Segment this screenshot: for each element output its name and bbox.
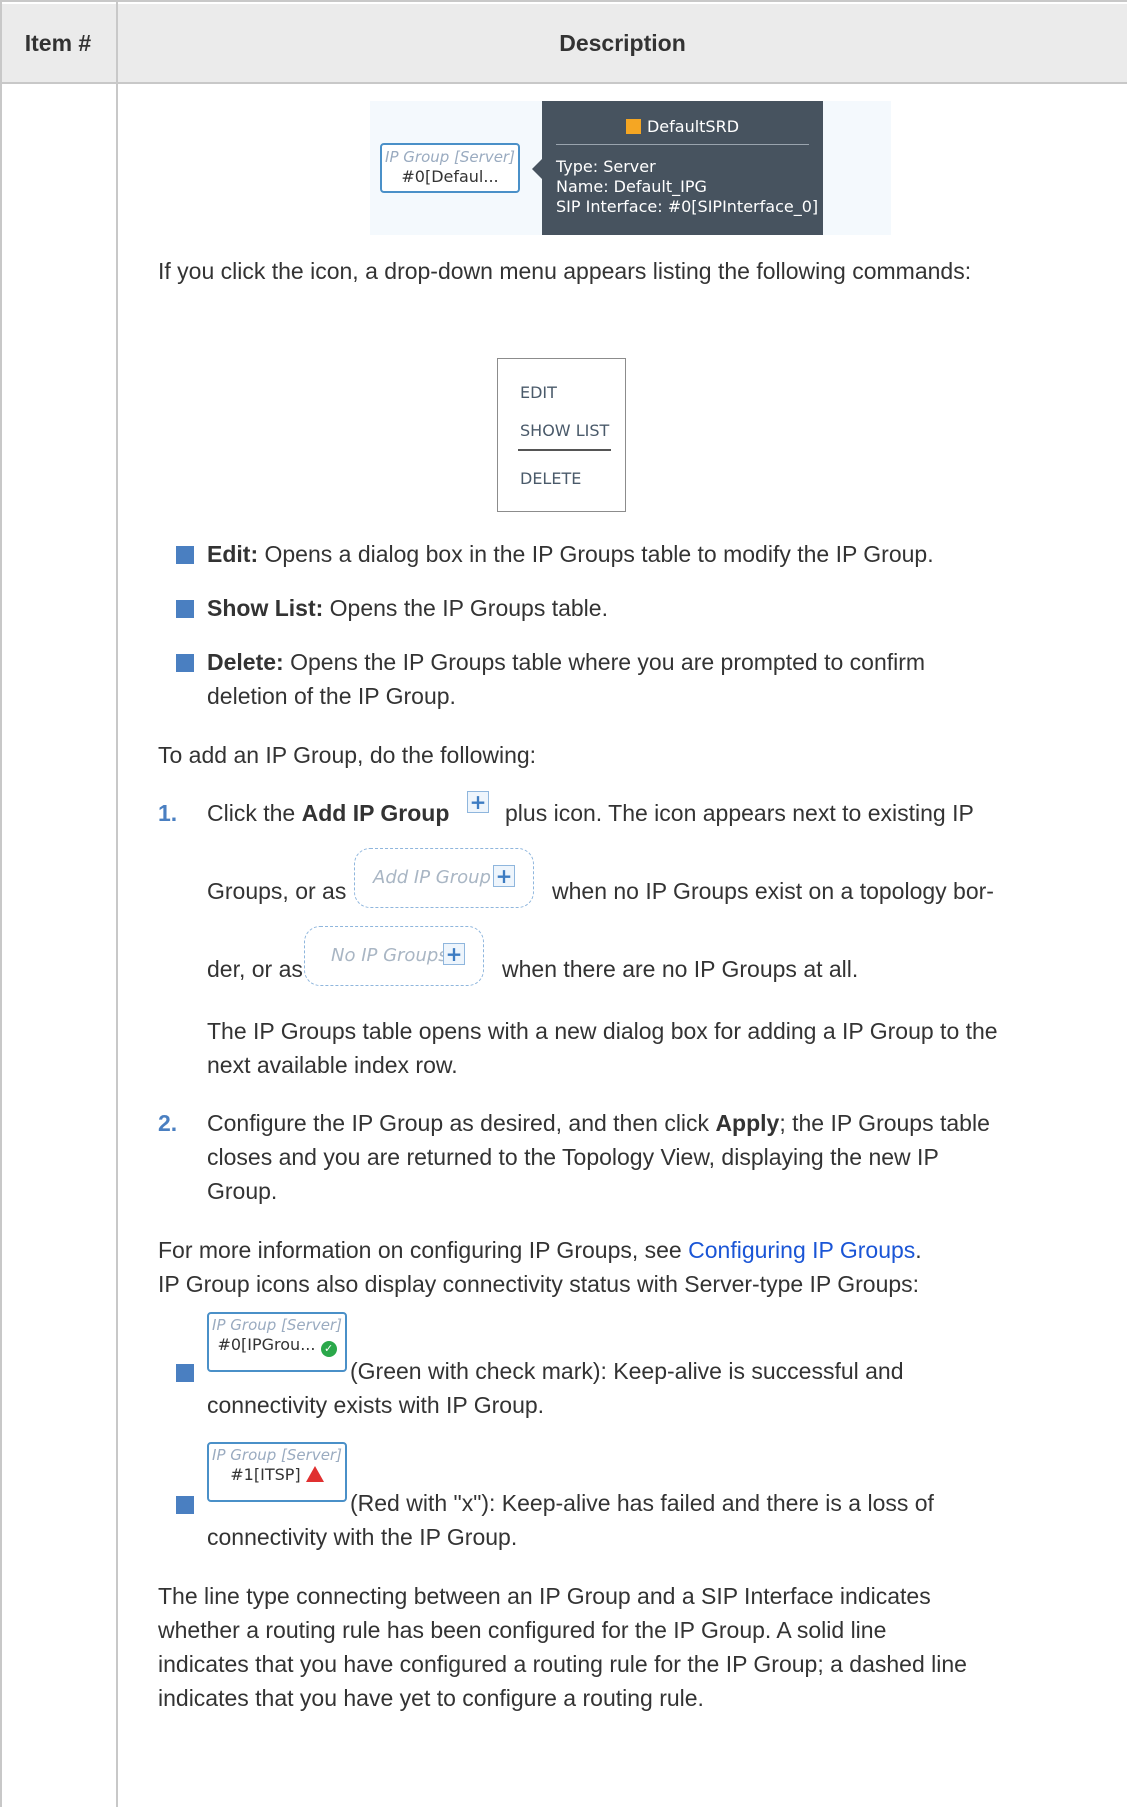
step-2-line-1: 2. Configure the IP Group as desired, and…: [158, 1106, 990, 1140]
bullet-icon: [176, 1496, 194, 1514]
command-term: Delete:: [207, 649, 284, 675]
no-ip-groups-placeholder[interactable]: No IP Groups +: [304, 926, 484, 986]
bullet-icon: [176, 546, 194, 564]
add-intro: To add an IP Group, do the following:: [158, 742, 537, 768]
menu-item-delete[interactable]: DELETE: [520, 469, 581, 488]
command-text: Opens a dialog box in the IP Groups tabl…: [258, 541, 934, 567]
step-number: 2.: [158, 1110, 178, 1136]
ip-group-node[interactable]: IP Group [Server] #0[Defaul...: [380, 143, 520, 193]
configuring-ip-groups-link[interactable]: Configuring IP Groups: [688, 1237, 915, 1263]
command-delete: Delete: Opens the IP Groups table where …: [207, 645, 925, 679]
description-table: Item # Description IP Group [Server] #0[…: [0, 0, 1127, 1807]
closing-line-2: whether a routing rule has been configur…: [158, 1617, 887, 1643]
green-check-icon: ✓: [320, 1341, 337, 1357]
ip-group-error-icon: IP Group [Server] #1[ITSP]: [207, 1442, 347, 1502]
closing-line-4: indicates that you have yet to configure…: [158, 1685, 704, 1711]
step-number: 1.: [158, 800, 178, 826]
plus-icon: +: [493, 865, 515, 887]
bullet-icon: [176, 1364, 194, 1382]
menu-intro: If you click the icon, a drop-down menu …: [158, 258, 972, 284]
srd-color-icon: [625, 119, 641, 134]
step-2-line-2: closes and you are returned to the Topol…: [207, 1144, 939, 1170]
menu-item-show-list[interactable]: SHOW LIST: [520, 421, 609, 440]
closing-line-3: indicates that you have configured a rou…: [158, 1651, 967, 1677]
step-term: Add IP Group: [301, 800, 450, 826]
step-1-para-1: The IP Groups table opens with a new dia…: [207, 1018, 998, 1044]
add-ip-group-plus-icon[interactable]: +: [467, 791, 489, 813]
placeholder-label: No IP Groups: [331, 945, 448, 966]
step-1-line-2b: when no IP Groups exist on a topology bo…: [552, 878, 994, 904]
plus-icon: +: [443, 943, 465, 965]
header-item-number: Item #: [24, 30, 92, 56]
status-type-label: IP Group [Server]: [212, 1446, 342, 1464]
command-delete-cont: deletion of the IP Group.: [207, 683, 456, 709]
tooltip-sip-interface: SIP Interface: #0[SIPInterface_0]: [556, 197, 819, 216]
step-2-line-3: Group.: [207, 1178, 278, 1204]
table-column-divider: [116, 2, 118, 1807]
status-error-text-2: connectivity with the IP Group.: [207, 1524, 518, 1550]
tooltip-details: Type: Server Name: Default_IPG SIP Inter…: [556, 157, 818, 217]
status-value: #1[ITSP]: [209, 1464, 345, 1486]
menu-item-edit[interactable]: EDIT: [520, 383, 557, 402]
tooltip-divider: [556, 144, 809, 145]
step-text: Click the: [207, 800, 302, 826]
status-value-label: #0[IPGrou...: [217, 1335, 316, 1354]
command-edit: Edit: Opens a dialog box in the IP Group…: [207, 537, 934, 571]
step-1-line-2a: Groups, or as: [207, 878, 347, 904]
step-term: Apply: [715, 1110, 780, 1136]
placeholder-label: Add IP Group: [373, 867, 491, 888]
ip-group-context-menu: EDIT SHOW LIST DELETE: [497, 358, 626, 512]
step-1-line-3b: when there are no IP Groups at all.: [502, 956, 859, 982]
step-text: Configure the IP Group as desired, and t…: [207, 1110, 716, 1136]
menu-divider: [518, 449, 611, 451]
add-ip-group-placeholder[interactable]: Add IP Group +: [354, 848, 534, 908]
closing-line-1: The line type connecting between an IP G…: [158, 1583, 931, 1609]
step-text: ; the IP Groups table: [779, 1110, 990, 1136]
status-value-label: #1[ITSP]: [230, 1465, 301, 1484]
status-error-text: (Red with "x"): Keep-alive has failed an…: [350, 1490, 934, 1516]
status-ok-text: (Green with check mark): Keep-alive is s…: [350, 1358, 904, 1384]
red-warning-icon: [305, 1466, 324, 1482]
command-text: Opens the IP Groups table.: [323, 595, 608, 621]
step-1-line-1: 1. Click the Add IP Group: [158, 796, 449, 830]
ip-group-type-label: IP Group [Server]: [385, 148, 515, 166]
tooltip-title: DefaultSRD: [542, 117, 823, 137]
command-term: Show List:: [207, 595, 324, 621]
bullet-icon: [176, 654, 194, 672]
status-intro: IP Group icons also display connectivity…: [158, 1271, 920, 1297]
table-border-left: [0, 2, 2, 1807]
ip-group-value-label: #0[Defaul...: [401, 167, 499, 186]
more-info-period: .: [915, 1237, 922, 1263]
tooltip-name: Name: Default_IPG: [556, 177, 707, 196]
bullet-icon: [176, 600, 194, 618]
srd-name: DefaultSRD: [646, 117, 740, 136]
tooltip-arrow: [532, 159, 542, 179]
command-text: Opens the IP Groups table where you are …: [283, 649, 926, 675]
step-1-line-1b: plus icon. The icon appears next to exis…: [505, 800, 974, 826]
header-description: Description: [559, 30, 686, 56]
step-1-para-2: next available index row.: [207, 1052, 458, 1078]
status-value: #0[IPGrou... ✓: [209, 1334, 345, 1357]
command-show-list: Show List: Opens the IP Groups table.: [207, 591, 608, 625]
command-term: Edit:: [207, 541, 259, 567]
tooltip-type: Type: Server: [556, 157, 656, 176]
more-info: For more information on configuring IP G…: [158, 1233, 922, 1267]
more-info-text: For more information on configuring IP G…: [158, 1237, 689, 1263]
ip-group-ok-icon: IP Group [Server] #0[IPGrou... ✓: [207, 1312, 347, 1372]
ip-group-tooltip-screenshot: IP Group [Server] #0[Defaul... DefaultSR…: [370, 101, 891, 235]
ip-group-tooltip: DefaultSRD Type: Server Name: Default_IP…: [542, 101, 823, 235]
status-type-label: IP Group [Server]: [212, 1316, 342, 1334]
step-1-line-3a: der, or as: [207, 956, 303, 982]
table-header-row: Item # Description: [0, 4, 1127, 84]
status-ok-text-2: connectivity exists with IP Group.: [207, 1392, 545, 1418]
